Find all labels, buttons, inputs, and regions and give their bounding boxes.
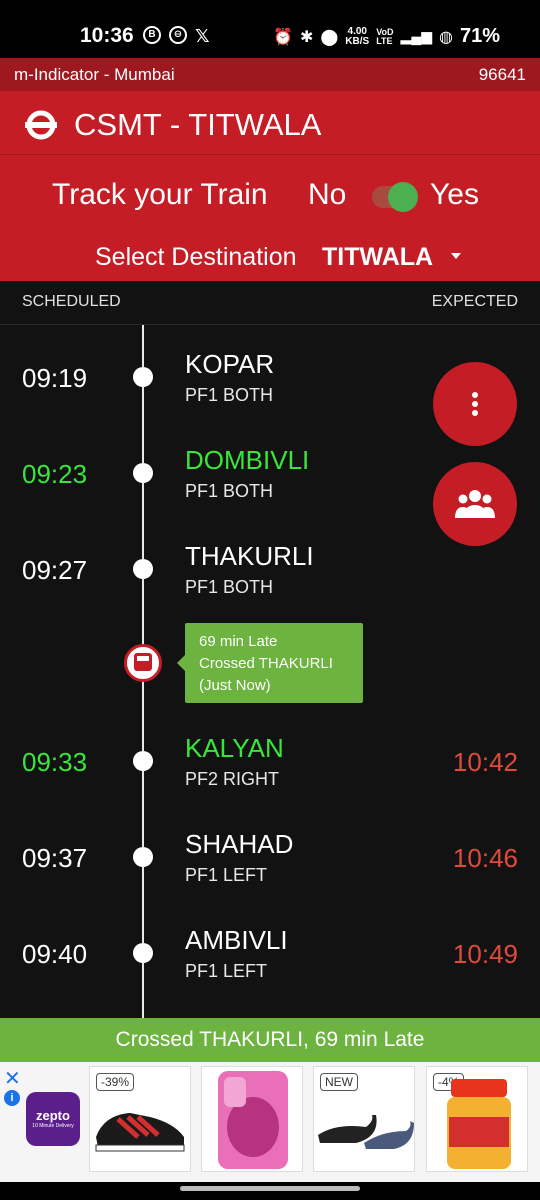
x-app-icon: 𝕏 — [195, 26, 210, 46]
system-icons: ⏰ ✱ ⬤ 4.00 KB/S VoD LTE ▂▄▆ ◍ 71% — [273, 25, 500, 48]
expected-header: EXPECTED — [431, 293, 518, 310]
track-train-toggle[interactable] — [372, 182, 418, 212]
scheduled-time: 09:40 — [22, 939, 88, 969]
track-train-row: Track your Train No Yes — [0, 173, 540, 223]
platform-info: PF2 RIGHT — [185, 769, 280, 789]
track-train-label: Track your Train — [52, 178, 268, 211]
ad-product-socks[interactable]: NEW — [313, 1066, 415, 1172]
scheduled-time: 09:33 — [22, 747, 88, 777]
ad-strip[interactable]: ✕ i zepto 10 Minute Delivery -39% NEW -4… — [0, 1062, 540, 1182]
station-dot — [133, 847, 153, 867]
toggle-knob — [388, 182, 418, 212]
app-bar: m-Indicator - Mumbai 96641 — [0, 58, 540, 91]
status-bar: 10:36 B ⊖ 𝕏 ⏰ ✱ ⬤ 4.00 KB/S VoD LTE ▂▄▆ ◍… — [0, 0, 540, 58]
app-title: m-Indicator - Mumbai — [14, 65, 175, 84]
station-name: DOMBIVLI — [185, 445, 310, 475]
ad-product-shoes[interactable]: -39% — [89, 1066, 191, 1172]
station-dot — [133, 943, 153, 963]
route-header: CSMT - TITWALA Track your Train No Yes S… — [0, 91, 540, 281]
destination-label: Select Destination — [95, 243, 297, 271]
location-icon: ⬤ — [320, 28, 339, 46]
ad-product-phone[interactable] — [201, 1066, 303, 1172]
scheduled-header: SCHEDULED — [22, 293, 121, 310]
close-ad-icon[interactable]: ✕ — [4, 1066, 21, 1091]
platform-info: PF1 BOTH — [185, 385, 274, 405]
train-status-bubble: 69 min Late Crossed THAKURLI (Just Now) — [177, 623, 363, 703]
station-name: KOPAR — [185, 349, 275, 379]
platform-info: PF1 BOTH — [185, 577, 274, 597]
more-vert-icon — [472, 401, 478, 407]
signal-icon: ▂▄▆ — [400, 28, 432, 44]
platform-info: PF1 LEFT — [185, 865, 268, 885]
train-position-icon — [124, 644, 162, 682]
more-options-button[interactable] — [433, 362, 517, 446]
scheduled-time: 09:19 — [22, 363, 88, 393]
scheduled-time: 09:37 — [22, 843, 88, 873]
network-speed-unit: KB/S — [345, 35, 370, 47]
destination-value[interactable]: TITWALA — [322, 243, 433, 272]
bluetooth-icon: ✱ — [299, 28, 314, 46]
destination-selector[interactable]: Select Destination TITWALA — [0, 238, 540, 278]
phone-image — [218, 1071, 288, 1169]
platform-info: PF1 LEFT — [185, 961, 268, 981]
station-name: THAKURLI — [185, 541, 314, 571]
station-dot — [133, 367, 153, 387]
route-row: CSMT - TITWALA — [0, 91, 540, 155]
railway-logo-icon — [25, 110, 57, 140]
zepto-brand: zepto — [36, 1108, 70, 1123]
alarm-icon: ⏰ — [273, 28, 293, 46]
status-time: 10:36 — [80, 24, 134, 47]
expected-time: 10:42 — [452, 747, 518, 777]
group-button[interactable] — [433, 462, 517, 546]
battery-icon: ◍ — [439, 28, 453, 46]
notification-icons: B ⊖ 𝕏 — [143, 26, 210, 47]
zepto-logo[interactable]: zepto 10 Minute Delivery — [26, 1092, 80, 1146]
status-crossed: Crossed THAKURLI — [199, 655, 333, 672]
station-name: SHAHAD — [185, 829, 294, 859]
gesture-bar — [0, 1182, 540, 1200]
station-name: AMBIVLI — [185, 925, 288, 955]
station-row[interactable]: 09:33 KALYAN PF2 RIGHT 10:42 — [0, 711, 540, 807]
ghee-jar-image — [447, 1079, 511, 1169]
track-no-label: No — [308, 178, 347, 211]
station-dot — [133, 463, 153, 483]
network-speed: 4.00 KB/S — [345, 26, 370, 47]
more-vert-icon — [472, 410, 478, 416]
train-window — [137, 656, 149, 661]
status-banner: Crossed THAKURLI, 69 min Late — [0, 1018, 540, 1062]
battery-percent: 71% — [459, 25, 500, 47]
shoe-image — [95, 1113, 185, 1152]
group-icon — [455, 490, 495, 518]
b-app-icon: B — [143, 26, 161, 44]
transit-app-icon: ⊖ — [169, 26, 187, 44]
station-list[interactable]: 09:19 KOPAR PF1 BOTH 09:23 DOMBIVLI PF1 … — [0, 325, 540, 1018]
expected-time: 10:46 — [452, 843, 518, 873]
zepto-sub: 10 Minute Delivery — [32, 1123, 74, 1129]
scheduled-time: 09:27 — [22, 555, 88, 585]
scheduled-time: 09:23 — [22, 459, 88, 489]
column-headers: SCHEDULED EXPECTED — [0, 281, 540, 325]
status-late: 69 min Late — [199, 633, 278, 650]
station-dot — [133, 751, 153, 771]
route-title: CSMT - TITWALA — [74, 107, 322, 142]
user-count: 96641 — [478, 65, 526, 84]
status-time: (Just Now) — [199, 677, 271, 694]
expected-time: 10:49 — [452, 939, 518, 969]
dropdown-caret-icon[interactable] — [451, 253, 461, 259]
gesture-pill[interactable] — [180, 1186, 360, 1191]
discount-badge: -39% — [96, 1073, 135, 1091]
volte-icon: VoD LTE — [376, 26, 394, 46]
station-row[interactable]: 09:40 AMBIVLI PF1 LEFT 10:49 — [0, 903, 540, 999]
station-dot — [133, 559, 153, 579]
new-badge: NEW — [320, 1073, 358, 1091]
more-vert-icon — [472, 392, 478, 398]
ad-info-icon[interactable]: i — [4, 1090, 20, 1106]
ad-product-ghee[interactable]: -4% — [426, 1066, 528, 1172]
platform-info: PF1 BOTH — [185, 481, 274, 501]
station-row[interactable]: 09:37 SHAHAD PF1 LEFT 10:46 — [0, 807, 540, 903]
station-name: KALYAN — [185, 733, 284, 763]
track-yes-label: Yes — [430, 178, 479, 211]
socks-image — [318, 1115, 414, 1149]
